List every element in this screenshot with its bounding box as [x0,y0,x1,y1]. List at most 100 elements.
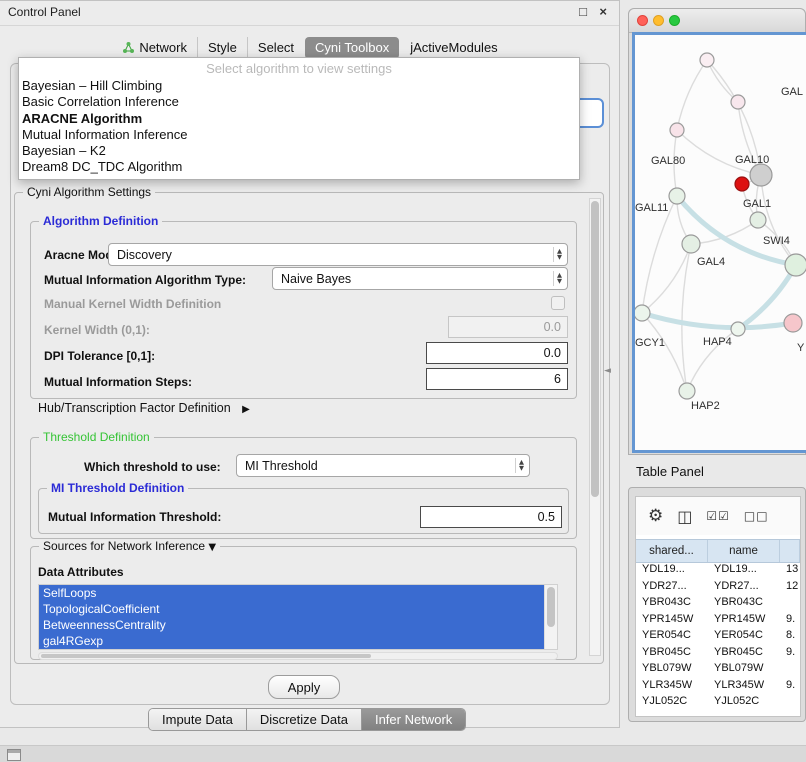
network-canvas[interactable]: GALGAL80GAL10GAL11GAL1SWI4GAL4GCY1HAP4YH… [632,32,806,453]
mac-close-button[interactable] [637,15,648,26]
network-node[interactable] [669,188,685,204]
table-row[interactable]: YLR345WYLR345W9. [636,677,800,694]
tab-discretize-data[interactable]: Discretize Data [246,709,361,730]
network-node[interactable] [731,95,745,109]
tab-jactivemodules[interactable]: jActiveModules [400,37,507,59]
table-row[interactable]: YDL19...YDL19...13 [636,561,800,578]
scrollbar-thumb[interactable] [591,201,599,497]
tab-impute-data[interactable]: Impute Data [149,709,246,730]
table-cell[interactable]: YLR345W [708,677,780,694]
tab-infer-network[interactable]: Infer Network [361,709,465,730]
control-panel-titlebar[interactable]: Control Panel □ × [0,1,619,26]
mi-threshold-field[interactable]: 0.5 [420,506,562,528]
settings-scrollbar[interactable] [589,198,601,656]
network-node[interactable] [735,177,749,191]
table-row[interactable]: YDR27...YDR27...12 [636,578,800,595]
table-cell[interactable]: YBR045C [708,644,780,661]
table-cell[interactable]: 9. [780,677,800,694]
gear-icon[interactable]: ⚙ [648,506,663,526]
algorithm-option[interactable]: Bayesian – K2 [19,143,579,159]
network-node[interactable] [785,254,806,276]
table-row[interactable]: YBL079WYBL079W [636,660,800,677]
table-row[interactable]: YBR045CYBR045C9. [636,644,800,661]
manual-kernel-checkbox[interactable] [551,296,565,310]
deselect-all-icon[interactable]: □□ [744,509,769,523]
network-edge[interactable] [677,60,707,130]
mac-minimize-button[interactable] [653,15,664,26]
network-node[interactable] [784,314,802,332]
table-cell[interactable]: YPR145W [636,611,708,628]
table-cell[interactable]: YDL19... [636,561,708,578]
columns-icon[interactable]: ◫ [677,507,692,526]
tab-cyni-toolbox[interactable]: Cyni Toolbox [305,37,399,59]
table-row[interactable]: YER054CYER054C8. [636,627,800,644]
sources-group-title[interactable]: Sources for Network Inference ▼ [39,539,220,553]
table-cell[interactable]: YER054C [708,627,780,644]
network-edge[interactable] [677,196,796,265]
network-node[interactable] [750,164,772,186]
hub-section-toggle[interactable]: Hub/Transcription Factor Definition ▶ [38,401,250,415]
dpi-tolerance-field[interactable]: 0.0 [426,342,568,364]
table-cell[interactable]: YBL079W [708,660,780,677]
algorithm-option[interactable]: Basic Correlation Inference [19,94,579,110]
splitpane-collapse-icon[interactable]: ◄ [604,366,611,376]
scrollbar-thumb[interactable] [547,587,555,627]
algorithm-option[interactable]: Dream8 DC_TDC Algorithm [19,159,579,175]
table-cell[interactable]: YDL19... [708,561,780,578]
network-node[interactable] [700,53,714,67]
network-node[interactable] [679,383,695,399]
mi-type-select[interactable]: Naive Bayes ▲▼ [272,267,568,290]
table-cell[interactable]: 8. [780,627,800,644]
apply-button[interactable]: Apply [268,675,340,699]
table-row[interactable]: YJL052CYJL052C [636,693,800,710]
table-cell[interactable] [780,594,800,611]
table-cell[interactable] [780,660,800,677]
network-node[interactable] [731,322,745,336]
table-cell[interactable]: YBL079W [636,660,708,677]
attribute-list-item[interactable]: SelfLoops [39,585,545,601]
table-cell[interactable]: YBR043C [708,594,780,611]
table-cell[interactable]: YJL052C [636,693,708,710]
list-hscrollbar[interactable] [38,652,558,660]
table-cell[interactable]: YBR043C [636,594,708,611]
scrollbar-thumb[interactable] [41,654,371,658]
attribute-list-item[interactable]: BetweennessCentrality [39,617,545,633]
table-cell[interactable]: 9. [780,611,800,628]
network-node[interactable] [670,123,684,137]
table-row[interactable]: YPR145WYPR145W9. [636,611,800,628]
mi-steps-field[interactable]: 6 [426,368,568,390]
mac-zoom-button[interactable] [669,15,680,26]
algorithm-option[interactable]: ARACNE Algorithm [19,111,579,127]
column-header-name[interactable]: name [708,540,780,562]
which-threshold-select[interactable]: MI Threshold ▲▼ [236,454,530,477]
table-cell[interactable]: YJL052C [708,693,780,710]
network-edge[interactable] [677,130,761,175]
table-cell[interactable] [780,693,800,710]
data-attributes-list[interactable]: SelfLoopsTopologicalCoefficientBetweenne… [38,584,558,650]
float-window-icon[interactable]: □ [579,4,587,19]
close-window-icon[interactable]: × [599,4,607,19]
table-cell[interactable]: 12 [780,578,800,595]
network-node[interactable] [750,212,766,228]
network-node[interactable] [682,235,700,253]
table-cell[interactable]: 9. [780,644,800,661]
attribute-list-item[interactable]: gal4RGexp [39,633,545,649]
network-edge[interactable] [642,313,793,328]
tab-style[interactable]: Style [197,37,247,59]
table-cell[interactable]: YER054C [636,627,708,644]
attribute-list-item[interactable]: TopologicalCoefficient [39,601,545,617]
table-row[interactable]: YBR043CYBR043C [636,594,800,611]
select-all-icon[interactable]: ☑☑ [706,509,730,523]
table-cell[interactable]: 13 [780,561,800,578]
table-cell[interactable]: YPR145W [708,611,780,628]
table-cell[interactable]: YBR045C [636,644,708,661]
network-edge[interactable] [642,244,691,313]
column-header-shared-name[interactable]: shared... [636,540,708,562]
column-header-partial[interactable] [780,540,800,562]
aracne-mode-select[interactable]: Discovery ▲▼ [108,243,568,266]
algorithm-option[interactable]: Mutual Information Inference [19,127,579,143]
table-cell[interactable]: YDR27... [708,578,780,595]
algorithm-option[interactable]: Bayesian – Hill Climbing [19,78,579,94]
network-window-titlebar[interactable] [629,9,805,33]
table-cell[interactable]: YDR27... [636,578,708,595]
